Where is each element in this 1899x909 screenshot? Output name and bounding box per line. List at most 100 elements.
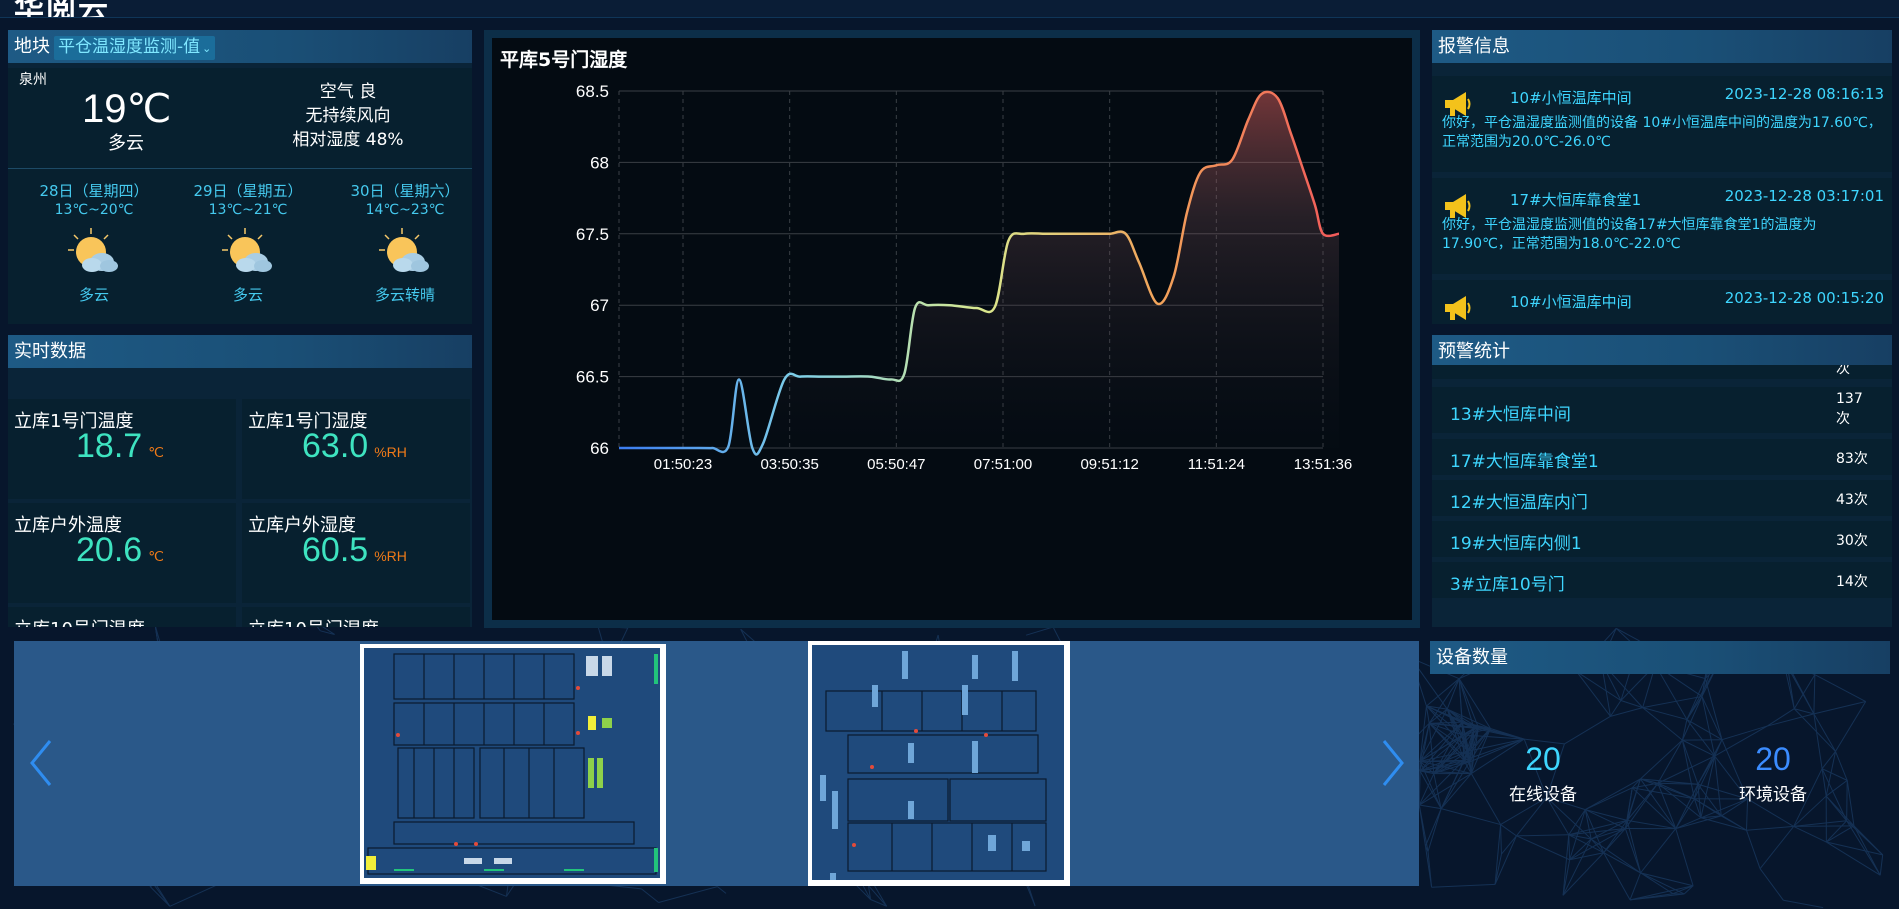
x-tick-label: 09:51:12 xyxy=(1080,456,1138,473)
warning-panel: 预警统计 次 13#大恒库中间 137次 17#大恒库靠食堂1 83次 12#大… xyxy=(1432,335,1892,627)
alarm-panel: 报警信息 10#小恒温库中间 2023-12-28 08:16:13 你好，平仓… xyxy=(1432,30,1892,324)
wind-info: 无持续风向 xyxy=(305,106,391,126)
forecast-date: 28日（星期四） xyxy=(39,182,149,200)
warning-name: 12#大恒温库内门 xyxy=(1450,493,1588,513)
realtime-cell: 立库户外温度 20.6 ℃ xyxy=(8,503,236,603)
chevron-down-icon: ⌄ xyxy=(202,42,212,55)
env-count: 20 xyxy=(1755,741,1791,777)
warning-name: 3#立库10号门 xyxy=(1450,575,1565,595)
x-tick-label: 07:51:00 xyxy=(974,456,1032,473)
weather-body: 泉州 19℃ 多云 空气 良 无持续风向 相对湿度 48% 28日（星期四） 1… xyxy=(8,68,472,324)
megaphone-icon xyxy=(1445,296,1471,320)
alarm-device: 10#小恒温库中间 xyxy=(1510,293,1632,311)
forecast-date: 30日（星期六） xyxy=(350,182,460,200)
warning-name: 17#大恒库靠食堂1 xyxy=(1450,452,1599,472)
env-devices: 20 环境设备 xyxy=(1698,741,1848,805)
alarm-message: 你好，平仓温湿度监测值的设备 10#小恒温库中间的温度为17.60℃，正常范围为… xyxy=(1442,115,1882,150)
warning-row[interactable]: 12#大恒温库内门 43次 xyxy=(1432,480,1892,516)
floor-plan-image xyxy=(812,645,1064,880)
forecast-range: 14℃~23℃ xyxy=(365,202,445,218)
sensor-value: 20.6 xyxy=(76,531,143,569)
divider xyxy=(8,168,472,169)
forecast-day: 30日（星期六） 14℃~23℃ 多云转晴 xyxy=(335,182,475,305)
y-tick-label: 67 xyxy=(590,296,609,315)
online-devices: 20 在线设备 xyxy=(1468,741,1618,805)
forecast-condition: 多云 xyxy=(78,286,109,304)
floor-plan-carousel xyxy=(14,641,1419,886)
forecast-condition: 多云转晴 xyxy=(374,286,435,304)
sensor-unit: %RH xyxy=(374,548,407,564)
sensor-value-wrap: 18.7 ℃ xyxy=(76,427,164,466)
forecast-day: 29日（星期五） 13℃~21℃ 多云 xyxy=(178,182,318,305)
floor-plan-thumb[interactable] xyxy=(360,644,666,884)
current-temperature: 19℃ xyxy=(82,87,172,131)
sensor-value-wrap: 20.6 ℃ xyxy=(76,531,164,570)
alarm-item[interactable]: 10#小恒温库中间 2023-12-28 08:16:13 你好，平仓温湿度监测… xyxy=(1432,76,1892,172)
y-tick-label: 66.5 xyxy=(576,368,609,387)
floor-plan-thumb[interactable] xyxy=(808,641,1070,886)
sensor-unit: ℃ xyxy=(148,548,164,564)
x-tick-label: 05:50:47 xyxy=(867,456,925,473)
chevron-right-icon[interactable] xyxy=(1378,733,1408,793)
x-tick-label: 01:50:23 xyxy=(654,456,712,473)
sensor-unit: ℃ xyxy=(148,444,164,460)
humidity-chart-panel: 平库5号门湿度 01:50:23 03:50:35 05:50:47 07:51:00… xyxy=(484,30,1420,628)
warning-row[interactable]: 17#大恒库靠食堂1 83次 xyxy=(1432,439,1892,475)
realtime-cell: 立库1号门湿度 63.0 %RH xyxy=(242,399,470,499)
alarm-item[interactable]: 10#小恒温库中间 2023-12-28 00:15:20 xyxy=(1432,280,1892,324)
y-tick-label: 67.5 xyxy=(576,225,609,244)
city-name: 泉州 xyxy=(19,72,47,88)
warning-count: 137次 xyxy=(1836,391,1863,427)
partly-cloudy-icon xyxy=(222,228,272,272)
realtime-cell: 立库1号门温度 18.7 ℃ xyxy=(8,399,236,499)
forecast-range: 13℃~21℃ xyxy=(208,202,288,218)
warning-name: 13#大恒库中间 xyxy=(1450,405,1571,425)
x-tick-label: 13:51:36 xyxy=(1294,456,1352,473)
device-header: 设备数量 xyxy=(1430,641,1890,674)
warning-row[interactable]: 19#大恒库内侧1 30次 xyxy=(1432,521,1892,557)
realtime-cell: 立库10号门湿度 xyxy=(242,607,470,627)
forecast-range: 13℃~20℃ xyxy=(54,202,134,218)
air-quality: 空气 良 xyxy=(319,82,377,102)
warning-count: 30次 xyxy=(1836,533,1868,549)
warning-row-partial: 次 xyxy=(1432,365,1892,379)
current-condition: 多云 xyxy=(108,133,144,154)
warning-row[interactable]: 3#立库10号门 14次 xyxy=(1432,562,1892,598)
online-label: 在线设备 xyxy=(1509,785,1577,805)
realtime-panel: 实时数据 立库1号门温度 18.7 ℃ 立库1号门湿度 63.0 %RH 立库户外温… xyxy=(8,335,472,627)
weather-header: 地块 平仓温湿度监测-值 ⌄ xyxy=(8,30,472,63)
chevron-left-icon[interactable] xyxy=(26,733,56,793)
chart-area xyxy=(619,91,1339,455)
app-title: 华阅云 xyxy=(14,0,110,18)
floor-plan-image xyxy=(364,648,660,878)
forecast-day: 28日（星期四） 13℃~20℃ 多云 xyxy=(24,182,164,305)
plot-select-value: 平仓温湿度监测-值 xyxy=(58,37,201,57)
warning-count: 83次 xyxy=(1836,451,1868,467)
forecast-date: 29日（星期五） xyxy=(193,182,303,200)
sensor-value-wrap: 63.0 %RH xyxy=(302,427,407,466)
realtime-cell: 立库户外湿度 60.5 %RH xyxy=(242,503,470,603)
air-info: 空气 良 无持续风向 相对湿度 48% xyxy=(248,80,448,152)
humidity-info: 相对湿度 48% xyxy=(292,130,404,150)
sensor-label: 立库10号门温度 xyxy=(14,615,145,627)
sensor-value: 18.7 xyxy=(76,427,143,465)
humidity-chart: 01:50:23 03:50:35 05:50:47 07:51:00 09:51:12… xyxy=(576,82,1352,473)
sensor-value-wrap: 60.5 %RH xyxy=(302,531,407,570)
partly-cloudy-icon xyxy=(68,228,118,272)
y-tick-label: 68 xyxy=(590,153,609,172)
warning-count: 14次 xyxy=(1836,574,1868,590)
forecast-condition: 多云 xyxy=(232,286,263,304)
alarm-time: 2023-12-28 00:15:20 xyxy=(1724,289,1884,307)
alarm-item[interactable]: 17#大恒库靠食堂1 2023-12-28 03:17:01 你好，平仓温湿度监… xyxy=(1432,178,1892,274)
realtime-cell: 立库10号门温度 xyxy=(8,607,236,627)
warning-row[interactable]: 13#大恒库中间 137次 xyxy=(1432,387,1892,433)
partly-cloudy-icon xyxy=(379,228,429,272)
plot-select[interactable]: 平仓温湿度监测-值 ⌄ xyxy=(54,36,216,60)
x-tick-label: 03:50:35 xyxy=(760,456,818,473)
y-tick-label: 66 xyxy=(590,439,609,458)
sensor-unit: %RH xyxy=(374,444,407,460)
alarm-time: 2023-12-28 08:16:13 xyxy=(1724,85,1884,103)
warning-header: 预警统计 xyxy=(1432,335,1892,368)
plot-label: 地块 xyxy=(14,36,50,57)
alarm-header: 报警信息 xyxy=(1432,30,1892,63)
